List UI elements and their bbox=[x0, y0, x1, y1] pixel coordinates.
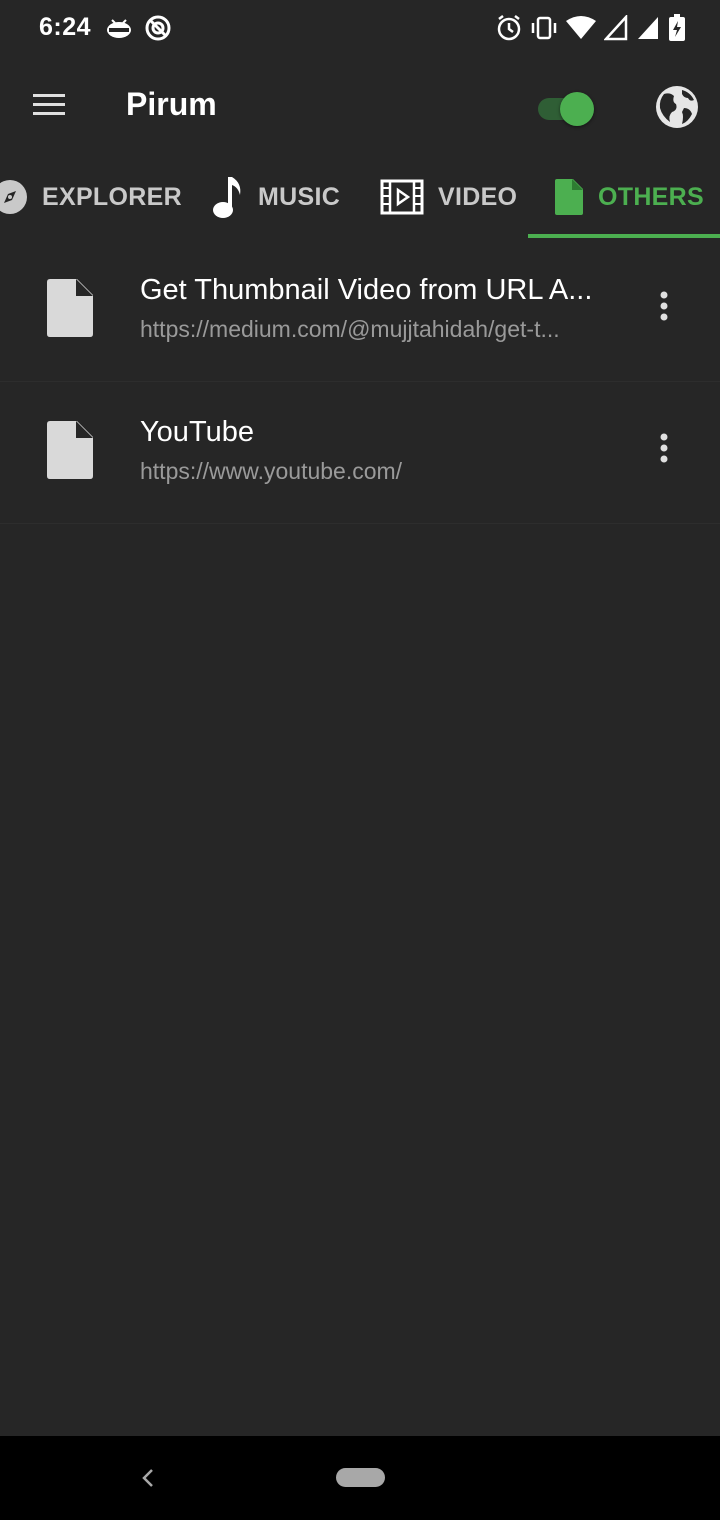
list-item[interactable]: Get Thumbnail Video from URL A... https:… bbox=[0, 240, 720, 382]
item-url: https://medium.com/@mujjtahidah/get-t... bbox=[140, 316, 560, 342]
tab-label: VIDEO bbox=[438, 182, 518, 211]
status-right-icons bbox=[496, 13, 686, 47]
status-time: 6:24 bbox=[39, 13, 92, 41]
tab-label: MUSIC bbox=[258, 182, 341, 211]
film-icon bbox=[380, 179, 424, 215]
file-icon bbox=[46, 420, 94, 480]
more-vert-icon bbox=[660, 291, 668, 326]
no-disturb-icon bbox=[144, 14, 172, 47]
tab-label: OTHERS bbox=[598, 182, 704, 211]
status-bar: 6:24 bbox=[0, 0, 720, 58]
tab-music[interactable]: MUSIC bbox=[212, 156, 340, 238]
toggle-switch[interactable] bbox=[538, 92, 594, 126]
back-button[interactable] bbox=[134, 1464, 162, 1492]
file-icon bbox=[554, 178, 584, 216]
item-url: https://www.youtube.com/ bbox=[140, 458, 403, 484]
tab-label: EXPLORER bbox=[42, 182, 182, 211]
screen: 6:24 Pirum EXPLORER MUSIC VIDEO OTHERS G… bbox=[0, 0, 720, 1520]
list-item[interactable]: YouTube https://www.youtube.com/ bbox=[0, 382, 720, 524]
signal-icon bbox=[603, 13, 628, 46]
signal-icon bbox=[636, 15, 660, 46]
tab-others[interactable]: OTHERS bbox=[554, 156, 704, 238]
home-pill-button[interactable] bbox=[336, 1468, 385, 1487]
system-nav-bar bbox=[0, 1436, 720, 1520]
toggle-thumb bbox=[560, 92, 594, 126]
back-chevron-icon bbox=[134, 1469, 162, 1496]
app-title: Pirum bbox=[126, 86, 217, 122]
tab-video[interactable]: VIDEO bbox=[380, 156, 517, 238]
battery-charging-icon bbox=[668, 14, 686, 47]
compass-icon bbox=[0, 179, 28, 215]
alarm-icon bbox=[496, 14, 522, 47]
globe-button[interactable] bbox=[654, 84, 700, 130]
item-title: Get Thumbnail Video from URL A... bbox=[140, 274, 593, 306]
android-debug-icon bbox=[104, 14, 134, 47]
more-options-button[interactable] bbox=[644, 286, 684, 330]
music-note-icon bbox=[212, 175, 244, 219]
hamburger-menu-icon bbox=[32, 92, 66, 123]
more-vert-icon bbox=[660, 433, 668, 468]
wifi-icon bbox=[566, 15, 596, 46]
vibrate-icon bbox=[530, 15, 558, 46]
globe-icon bbox=[654, 86, 700, 134]
tab-explorer[interactable]: EXPLORER bbox=[0, 156, 182, 238]
bookmark-list: Get Thumbnail Video from URL A... https:… bbox=[0, 240, 720, 524]
menu-button[interactable] bbox=[24, 82, 74, 132]
tab-indicator bbox=[528, 234, 720, 238]
file-icon bbox=[46, 278, 94, 338]
item-title: YouTube bbox=[140, 416, 254, 448]
more-options-button[interactable] bbox=[644, 428, 684, 472]
app-bar: Pirum bbox=[0, 58, 720, 156]
tab-bar: EXPLORER MUSIC VIDEO OTHERS bbox=[0, 156, 720, 240]
